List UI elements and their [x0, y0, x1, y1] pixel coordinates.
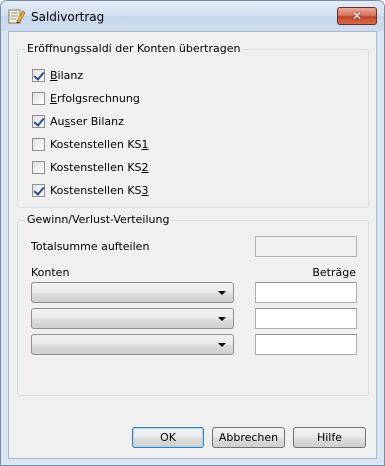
- checkbox-kostenstellen-ks3-label: Kostenstellen KS3: [50, 183, 149, 197]
- group-gewinn-verlust: Gewinn/Verlust-Verteilung Totalsumme auf…: [17, 213, 369, 396]
- checkbox-kostenstellen-ks1-box[interactable]: [32, 137, 45, 151]
- checkbox-bilanz[interactable]: Bilanz: [32, 67, 83, 83]
- abbrechen-button[interactable]: Abbrechen: [212, 427, 285, 448]
- checkbox-ausser-bilanz[interactable]: Ausser Bilanz: [32, 113, 124, 129]
- checkbox-kostenstellen-ks2-box[interactable]: [32, 160, 45, 174]
- checkbox-bilanz-label: Bilanz: [50, 68, 84, 82]
- window-title: Saldivortrag: [31, 10, 105, 24]
- close-icon: ✕: [351, 9, 363, 23]
- konto-select-2[interactable]: [31, 308, 234, 329]
- group-eroeffnungssaldi-legend: Eröffnungssaldi der Konten übertragen: [25, 42, 243, 55]
- checkbox-erfolgsrechnung-box[interactable]: [32, 91, 45, 105]
- checkbox-kostenstellen-ks1[interactable]: Kostenstellen KS1: [32, 136, 149, 152]
- betrag-field-1[interactable]: [255, 282, 357, 303]
- dialog-client: Eröffnungssaldi der Konten übertragen Bi…: [8, 31, 377, 459]
- totalsumme-field: [255, 236, 357, 257]
- checkbox-erfolgsrechnung[interactable]: Erfolgsrechnung: [32, 90, 140, 106]
- checkbox-kostenstellen-ks3[interactable]: Kostenstellen KS3: [32, 182, 149, 198]
- konto-select-1[interactable]: [31, 282, 234, 303]
- ledger-edit-icon: [8, 9, 25, 24]
- betrag-field-2[interactable]: [255, 308, 357, 329]
- checkbox-bilanz-box[interactable]: [32, 68, 45, 82]
- betrag-field-3[interactable]: [255, 334, 357, 355]
- totalsumme-label: Totalsumme aufteilen: [31, 240, 150, 253]
- chevron-down-icon: [218, 317, 226, 321]
- checkbox-kostenstellen-ks2-label: Kostenstellen KS2: [50, 160, 149, 174]
- checkbox-kostenstellen-ks1-label: Kostenstellen KS1: [50, 137, 149, 151]
- checkbox-ausser-bilanz-label: Ausser Bilanz: [50, 114, 124, 128]
- checkbox-ausser-bilanz-box[interactable]: [32, 114, 45, 128]
- checkbox-kostenstellen-ks2[interactable]: Kostenstellen KS2: [32, 159, 149, 175]
- chevron-down-icon: [218, 291, 226, 295]
- hilfe-button[interactable]: Hilfe: [293, 427, 366, 448]
- betraege-header: Beträge: [312, 266, 356, 279]
- title-bar[interactable]: Saldivortrag ✕: [1, 1, 384, 31]
- group-eroeffnungssaldi: Eröffnungssaldi der Konten übertragen Bi…: [17, 42, 369, 208]
- group-gewinn-verlust-legend: Gewinn/Verlust-Verteilung: [25, 213, 172, 226]
- checkbox-kostenstellen-ks3-box[interactable]: [32, 183, 45, 197]
- checkbox-erfolgsrechnung-label: Erfolgsrechnung: [50, 91, 140, 105]
- konten-header: Konten: [31, 266, 70, 279]
- ok-button[interactable]: OK: [132, 427, 204, 448]
- dialog-window: Saldivortrag ✕ Eröffnungssaldi der Konte…: [0, 0, 385, 466]
- close-button[interactable]: ✕: [337, 7, 377, 25]
- konto-select-3[interactable]: [31, 334, 234, 355]
- chevron-down-icon: [218, 343, 226, 347]
